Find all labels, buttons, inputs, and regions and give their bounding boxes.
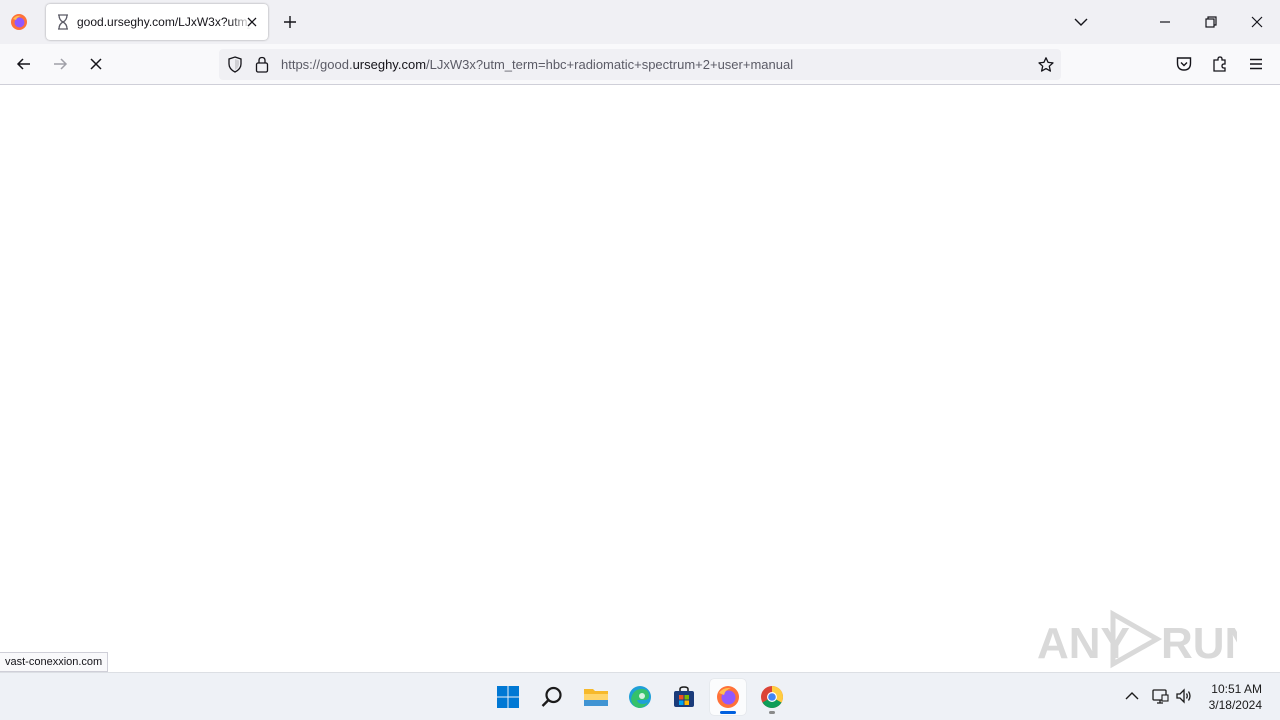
window-close-icon[interactable] — [1249, 14, 1265, 30]
stop-loading-icon[interactable] — [87, 55, 105, 73]
chrome-taskbar-button[interactable] — [754, 679, 790, 715]
show-hidden-icons-chevron-up-icon[interactable] — [1123, 687, 1141, 705]
extensions-puzzle-icon[interactable] — [1211, 55, 1229, 73]
window-minimize-icon[interactable] — [1157, 14, 1173, 30]
back-arrow-icon[interactable] — [15, 55, 33, 73]
lock-icon[interactable] — [255, 56, 269, 73]
search-button[interactable] — [534, 679, 570, 715]
url-bar[interactable]: https://good.urseghy.com/LJxW3x?utm_term… — [219, 49, 1061, 80]
store-bag-icon — [674, 686, 694, 707]
running-indicator — [769, 711, 775, 714]
clock-time: 10:51 AM — [1211, 682, 1262, 696]
file-explorer-button[interactable] — [578, 679, 614, 715]
pocket-icon[interactable] — [1175, 55, 1193, 73]
windows-taskbar: 10:51 AM 3/18/2024 — [0, 672, 1280, 720]
edge-icon — [629, 686, 651, 708]
tab-active[interactable]: good.urseghy.com/LJxW3x?utm_term=hbc+rad… — [46, 4, 268, 40]
chrome-icon — [761, 686, 783, 708]
watermark-text-right: RUN — [1161, 619, 1237, 668]
start-button[interactable] — [490, 679, 526, 715]
status-link-preview: vast-conexxion.com — [0, 652, 109, 672]
tab-title: good.urseghy.com/LJxW3x?utm_term=hbc+rad… — [77, 15, 257, 29]
tracking-protection-shield-icon[interactable] — [227, 56, 243, 73]
tab-bar: good.urseghy.com/LJxW3x?utm_term=hbc+rad… — [0, 0, 1280, 44]
new-tab-plus-icon[interactable] — [281, 13, 299, 31]
window-restore-icon[interactable] — [1203, 14, 1219, 30]
network-monitor-icon[interactable] — [1151, 687, 1169, 705]
clock-date: 3/18/2024 — [1208, 698, 1262, 712]
firefox-icon — [717, 686, 739, 708]
firefox-logo-icon[interactable] — [10, 13, 28, 31]
url-text[interactable]: https://good.urseghy.com/LJxW3x?utm_term… — [281, 57, 793, 72]
hamburger-menu-icon[interactable] — [1247, 55, 1265, 73]
edge-browser-button[interactable] — [622, 679, 658, 715]
folder-icon — [584, 689, 608, 706]
url-path: /LJxW3x?utm_term=hbc+radiomatic+spectrum… — [426, 57, 794, 72]
close-tab-icon[interactable] — [244, 14, 260, 30]
page-content[interactable] — [0, 85, 1280, 672]
anyrun-watermark-logo: ANY RUN — [1037, 609, 1237, 669]
firefox-taskbar-button[interactable] — [710, 679, 746, 715]
search-icon — [541, 686, 562, 707]
microsoft-store-button[interactable] — [666, 679, 702, 715]
url-scheme: https://good. — [281, 57, 353, 72]
bookmark-star-icon[interactable] — [1037, 56, 1055, 74]
running-indicator-active — [720, 711, 736, 714]
volume-speaker-icon[interactable] — [1175, 687, 1193, 705]
hourglass-loading-icon — [58, 14, 68, 30]
url-host: urseghy.com — [352, 57, 427, 72]
forward-arrow-icon[interactable] — [51, 55, 69, 73]
system-clock[interactable]: 10:51 AM 3/18/2024 — [1209, 681, 1262, 713]
windows-start-icon — [497, 686, 519, 708]
list-all-tabs-chevron-down-icon[interactable] — [1073, 14, 1089, 30]
navigation-toolbar: https://good.urseghy.com/LJxW3x?utm_term… — [0, 44, 1280, 85]
